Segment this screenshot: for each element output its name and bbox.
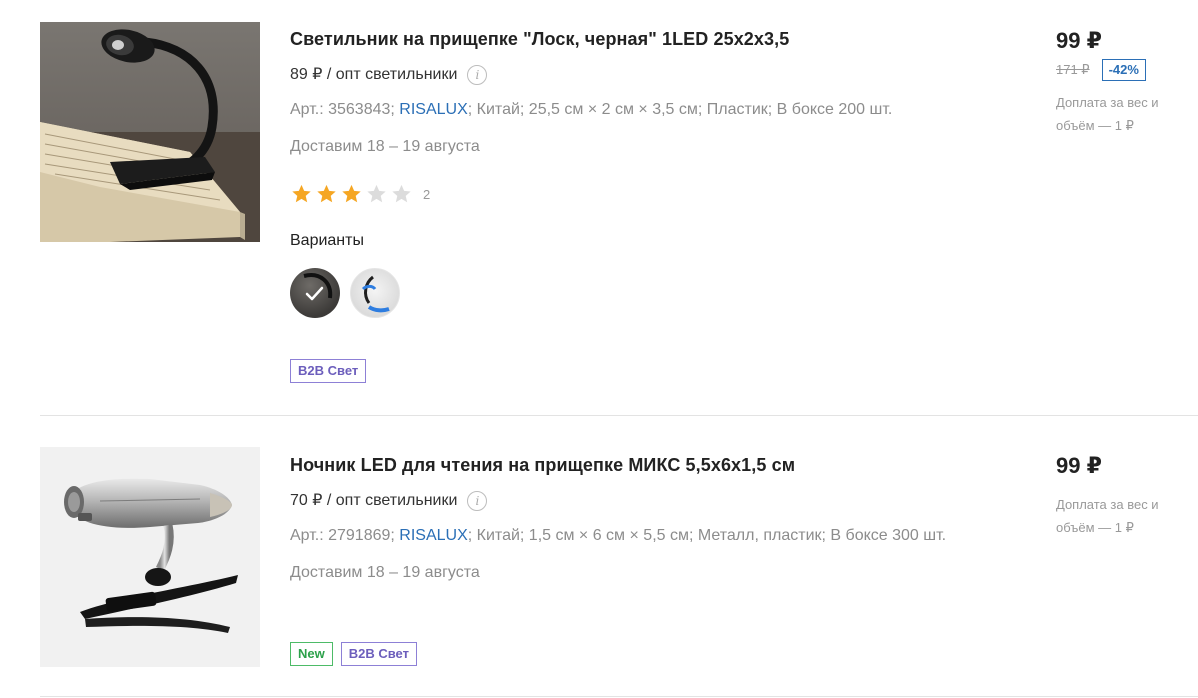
star-empty-icon <box>367 184 386 203</box>
old-price: 171 ₽ <box>1056 62 1090 77</box>
star-filled-icon <box>317 184 336 203</box>
star-empty-icon <box>392 184 411 203</box>
unit-price-text: 70 ₽ / опт светильники <box>290 492 458 509</box>
tags: New B2B Свет <box>290 642 417 666</box>
discount-badge: -42% <box>1101 59 1146 81</box>
rating[interactable]: 2 <box>290 183 1020 205</box>
lamp-photo-icon <box>40 29 260 242</box>
delivery-date: Доставим 18 – 19 августа <box>290 138 480 155</box>
product-card: Ночник LED для чтения на прищепке МИКС 5… <box>40 417 1198 697</box>
article-text: Арт.: 3563843; <box>290 101 395 118</box>
reading-light-photo-icon <box>64 478 238 633</box>
variant-swatch-white[interactable] <box>350 268 400 318</box>
attributes-text: ; Китай; 25,5 см × 2 см × 3,5 см; Пласти… <box>467 101 893 118</box>
tags: B2B Свет <box>290 359 1020 383</box>
product-attributes: Арт.: 2791869; RISALUX; Китай; 1,5 см × … <box>290 525 1020 547</box>
rating-count: 2 <box>423 186 431 202</box>
product-image[interactable] <box>40 22 260 242</box>
brand-link[interactable]: RISALUX <box>399 527 467 544</box>
tag-b2b[interactable]: B2B Свет <box>340 642 417 666</box>
old-price-row: 171 ₽ -42% <box>1056 59 1198 81</box>
unit-price: 89 ₽ / опт светильники i <box>290 64 1020 86</box>
info-icon[interactable]: i <box>467 491 488 511</box>
surcharge-note: Доплата за вес и объём — 1 ₽ <box>1056 95 1159 133</box>
product-title[interactable]: Ночник LED для чтения на прищепке МИКС 5… <box>290 453 1020 477</box>
star-filled-icon <box>342 184 361 203</box>
variant-swatch-black[interactable] <box>290 268 340 318</box>
checkmark-icon <box>303 273 333 301</box>
price-block: 99 ₽ 171 ₽ -42% Доплата за вес и объём —… <box>1056 27 1198 137</box>
product-title[interactable]: Светильник на прищепке "Лоск, черная" 1L… <box>290 27 1020 51</box>
lamp-variant-icon <box>361 275 390 313</box>
surcharge-note: Доплата за вес и объём — 1 ₽ <box>1056 497 1159 535</box>
tag-new[interactable]: New <box>290 642 333 666</box>
price: 99 ₽ <box>1056 453 1102 478</box>
tag-b2b[interactable]: B2B Свет <box>290 359 367 383</box>
unit-price-text: 89 ₽ / опт светильники <box>290 66 458 83</box>
price-block: 99 ₽ Доплата за вес и объём — 1 ₽ <box>1056 452 1198 539</box>
variants-label: Варианты <box>290 232 364 249</box>
product-image[interactable] <box>40 447 260 667</box>
info-icon[interactable]: i <box>467 65 488 85</box>
product-attributes: Арт.: 3563843; RISALUX; Китай; 25,5 см ×… <box>290 99 1020 121</box>
product-info: Ночник LED для чтения на прищепке МИКС 5… <box>290 453 1020 584</box>
brand-link[interactable]: RISALUX <box>399 101 467 118</box>
product-info: Светильник на прищепке "Лоск, черная" 1L… <box>290 27 1020 383</box>
delivery-date: Доставим 18 – 19 августа <box>290 564 480 581</box>
star-filled-icon <box>292 184 311 203</box>
article-text: Арт.: 2791869; <box>290 527 395 544</box>
variants-list <box>290 268 1020 318</box>
attributes-text: ; Китай; 1,5 см × 6 см × 5,5 см; Металл,… <box>467 527 947 544</box>
product-card: Светильник на прищепке "Лоск, черная" 1L… <box>40 0 1198 416</box>
unit-price: 70 ₽ / опт светильники i <box>290 490 1020 512</box>
price: 99 ₽ <box>1056 28 1102 53</box>
